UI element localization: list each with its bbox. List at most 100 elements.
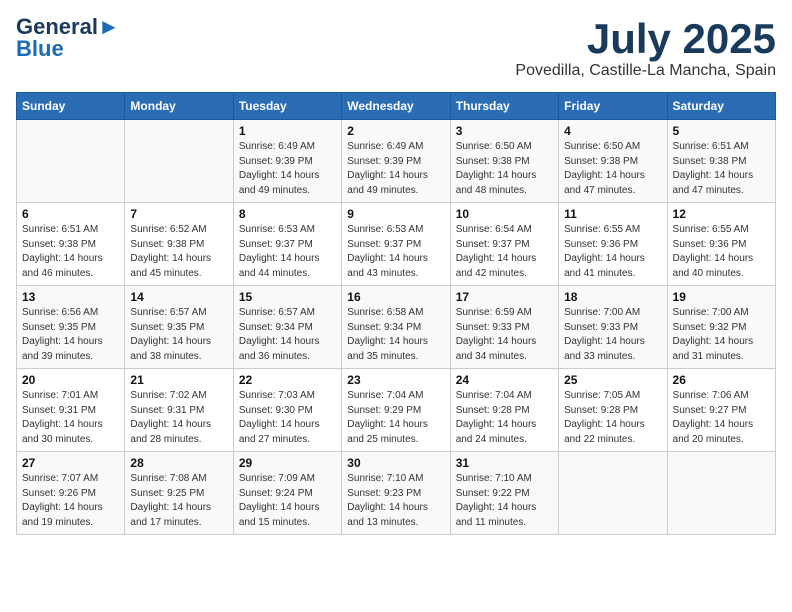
day-info: Sunrise: 6:56 AM Sunset: 9:35 PM Dayligh… <box>22 306 119 364</box>
day-cell: 22Sunrise: 7:03 AM Sunset: 9:30 PM Dayli… <box>233 369 341 452</box>
week-row-4: 20 Sunrise: 7:01 AM Sunset: 9:31 PM Dayli… <box>17 369 776 452</box>
day-cell: 18 Sunrise: 7:00 AM Sunset: 9:33 PM Dayli… <box>559 286 667 369</box>
week-row-5: 27 Sunrise: 7:07 AM Sunset: 9:26 PM Dayli… <box>17 452 776 535</box>
day-number: 1 <box>239 124 336 138</box>
day-info: Sunrise: 6:55 AM Sunset: 9:36 PM Dayligh… <box>564 223 661 281</box>
day-cell: 25Sunrise: 7:05 AM Sunset: 9:28 PM Dayli… <box>559 369 667 452</box>
day-number: 15 <box>239 290 336 304</box>
day-info: Sunrise: 7:10 AM Sunset: 9:22 PM Dayligh… <box>456 472 553 530</box>
day-cell: 26 Sunrise: 7:06 AM Sunset: 9:27 PM Dayli… <box>667 369 775 452</box>
day-info: Sunrise: 6:50 AM Sunset: 9:38 PM Dayligh… <box>564 140 661 198</box>
day-cell: 27 Sunrise: 7:07 AM Sunset: 9:26 PM Dayli… <box>17 452 125 535</box>
logo-blue: Blue <box>16 38 64 60</box>
week-row-1: 1 Sunrise: 6:49 AM Sunset: 9:39 PM Daylig… <box>17 120 776 203</box>
day-cell: 11 Sunrise: 6:55 AM Sunset: 9:36 PM Dayli… <box>559 203 667 286</box>
day-cell: 17 Sunrise: 6:59 AM Sunset: 9:33 PM Dayli… <box>450 286 558 369</box>
location-title: Povedilla, Castille-La Mancha, Spain <box>515 62 776 80</box>
day-number: 31 <box>456 456 553 470</box>
day-info: Sunrise: 7:00 AM Sunset: 9:32 PM Dayligh… <box>673 306 770 364</box>
day-cell <box>559 452 667 535</box>
day-info: Sunrise: 6:53 AM Sunset: 9:37 PM Dayligh… <box>347 223 444 281</box>
column-header-saturday: Saturday <box>667 93 775 120</box>
column-header-thursday: Thursday <box>450 93 558 120</box>
day-info: Sunrise: 6:57 AM Sunset: 9:35 PM Dayligh… <box>130 306 227 364</box>
day-info: Sunrise: 6:49 AM Sunset: 9:39 PM Dayligh… <box>239 140 336 198</box>
day-number: 4 <box>564 124 661 138</box>
day-cell <box>667 452 775 535</box>
day-cell: 31 Sunrise: 7:10 AM Sunset: 9:22 PM Dayli… <box>450 452 558 535</box>
day-cell: 9 Sunrise: 6:53 AM Sunset: 9:37 PM Daylig… <box>342 203 450 286</box>
day-number: 24 <box>456 373 553 387</box>
day-cell: 6Sunrise: 6:51 AM Sunset: 9:38 PM Daylig… <box>17 203 125 286</box>
day-number: 6 <box>22 207 119 221</box>
day-number: 13 <box>22 290 119 304</box>
day-info: Sunrise: 6:57 AM Sunset: 9:34 PM Dayligh… <box>239 306 336 364</box>
day-number: 16 <box>347 290 444 304</box>
day-info: Sunrise: 6:59 AM Sunset: 9:33 PM Dayligh… <box>456 306 553 364</box>
day-info: Sunrise: 6:55 AM Sunset: 9:36 PM Dayligh… <box>673 223 770 281</box>
day-number: 27 <box>22 456 119 470</box>
day-number: 8 <box>239 207 336 221</box>
day-cell: 20 Sunrise: 7:01 AM Sunset: 9:31 PM Dayli… <box>17 369 125 452</box>
day-info: Sunrise: 6:51 AM Sunset: 9:38 PM Dayligh… <box>673 140 770 198</box>
day-cell <box>17 120 125 203</box>
day-number: 30 <box>347 456 444 470</box>
day-cell: 4 Sunrise: 6:50 AM Sunset: 9:38 PM Daylig… <box>559 120 667 203</box>
logo-text: General► <box>16 16 120 38</box>
day-number: 17 <box>456 290 553 304</box>
day-number: 25 <box>564 373 661 387</box>
day-number: 9 <box>347 207 444 221</box>
day-info: Sunrise: 7:04 AM Sunset: 9:29 PM Dayligh… <box>347 389 444 447</box>
day-number: 23 <box>347 373 444 387</box>
day-cell: 21Sunrise: 7:02 AM Sunset: 9:31 PM Dayli… <box>125 369 233 452</box>
day-cell: 5 Sunrise: 6:51 AM Sunset: 9:38 PM Daylig… <box>667 120 775 203</box>
day-number: 5 <box>673 124 770 138</box>
day-number: 11 <box>564 207 661 221</box>
day-number: 12 <box>673 207 770 221</box>
column-header-wednesday: Wednesday <box>342 93 450 120</box>
day-cell <box>125 120 233 203</box>
day-info: Sunrise: 7:04 AM Sunset: 9:28 PM Dayligh… <box>456 389 553 447</box>
day-cell: 30Sunrise: 7:10 AM Sunset: 9:23 PM Dayli… <box>342 452 450 535</box>
day-info: Sunrise: 6:50 AM Sunset: 9:38 PM Dayligh… <box>456 140 553 198</box>
day-info: Sunrise: 6:58 AM Sunset: 9:34 PM Dayligh… <box>347 306 444 364</box>
day-info: Sunrise: 6:52 AM Sunset: 9:38 PM Dayligh… <box>130 223 227 281</box>
day-info: Sunrise: 7:07 AM Sunset: 9:26 PM Dayligh… <box>22 472 119 530</box>
day-number: 21 <box>130 373 227 387</box>
logo: General► Blue <box>16 16 120 60</box>
day-info: Sunrise: 7:08 AM Sunset: 9:25 PM Dayligh… <box>130 472 227 530</box>
month-title: July 2025 <box>515 16 776 62</box>
day-info: Sunrise: 6:54 AM Sunset: 9:37 PM Dayligh… <box>456 223 553 281</box>
day-cell: 3Sunrise: 6:50 AM Sunset: 9:38 PM Daylig… <box>450 120 558 203</box>
day-number: 7 <box>130 207 227 221</box>
day-cell: 10 Sunrise: 6:54 AM Sunset: 9:37 PM Dayli… <box>450 203 558 286</box>
day-number: 2 <box>347 124 444 138</box>
day-info: Sunrise: 7:01 AM Sunset: 9:31 PM Dayligh… <box>22 389 119 447</box>
day-cell: 1 Sunrise: 6:49 AM Sunset: 9:39 PM Daylig… <box>233 120 341 203</box>
day-cell: 14Sunrise: 6:57 AM Sunset: 9:35 PM Dayli… <box>125 286 233 369</box>
column-header-friday: Friday <box>559 93 667 120</box>
day-info: Sunrise: 7:03 AM Sunset: 9:30 PM Dayligh… <box>239 389 336 447</box>
column-header-sunday: Sunday <box>17 93 125 120</box>
day-info: Sunrise: 7:09 AM Sunset: 9:24 PM Dayligh… <box>239 472 336 530</box>
day-cell: 24 Sunrise: 7:04 AM Sunset: 9:28 PM Dayli… <box>450 369 558 452</box>
day-number: 18 <box>564 290 661 304</box>
day-cell: 8 Sunrise: 6:53 AM Sunset: 9:37 PM Daylig… <box>233 203 341 286</box>
day-number: 20 <box>22 373 119 387</box>
day-cell: 29Sunrise: 7:09 AM Sunset: 9:24 PM Dayli… <box>233 452 341 535</box>
header: General► Blue July 2025 Povedilla, Casti… <box>16 16 776 80</box>
day-number: 10 <box>456 207 553 221</box>
day-number: 28 <box>130 456 227 470</box>
day-info: Sunrise: 7:00 AM Sunset: 9:33 PM Dayligh… <box>564 306 661 364</box>
day-info: Sunrise: 6:53 AM Sunset: 9:37 PM Dayligh… <box>239 223 336 281</box>
title-area: July 2025 Povedilla, Castille-La Mancha,… <box>515 16 776 80</box>
day-cell: 23 Sunrise: 7:04 AM Sunset: 9:29 PM Dayli… <box>342 369 450 452</box>
day-info: Sunrise: 6:49 AM Sunset: 9:39 PM Dayligh… <box>347 140 444 198</box>
day-cell: 15 Sunrise: 6:57 AM Sunset: 9:34 PM Dayli… <box>233 286 341 369</box>
day-cell: 12 Sunrise: 6:55 AM Sunset: 9:36 PM Dayli… <box>667 203 775 286</box>
day-info: Sunrise: 7:06 AM Sunset: 9:27 PM Dayligh… <box>673 389 770 447</box>
calendar-table: SundayMondayTuesdayWednesdayThursdayFrid… <box>16 92 776 535</box>
column-header-tuesday: Tuesday <box>233 93 341 120</box>
day-number: 26 <box>673 373 770 387</box>
column-header-monday: Monday <box>125 93 233 120</box>
